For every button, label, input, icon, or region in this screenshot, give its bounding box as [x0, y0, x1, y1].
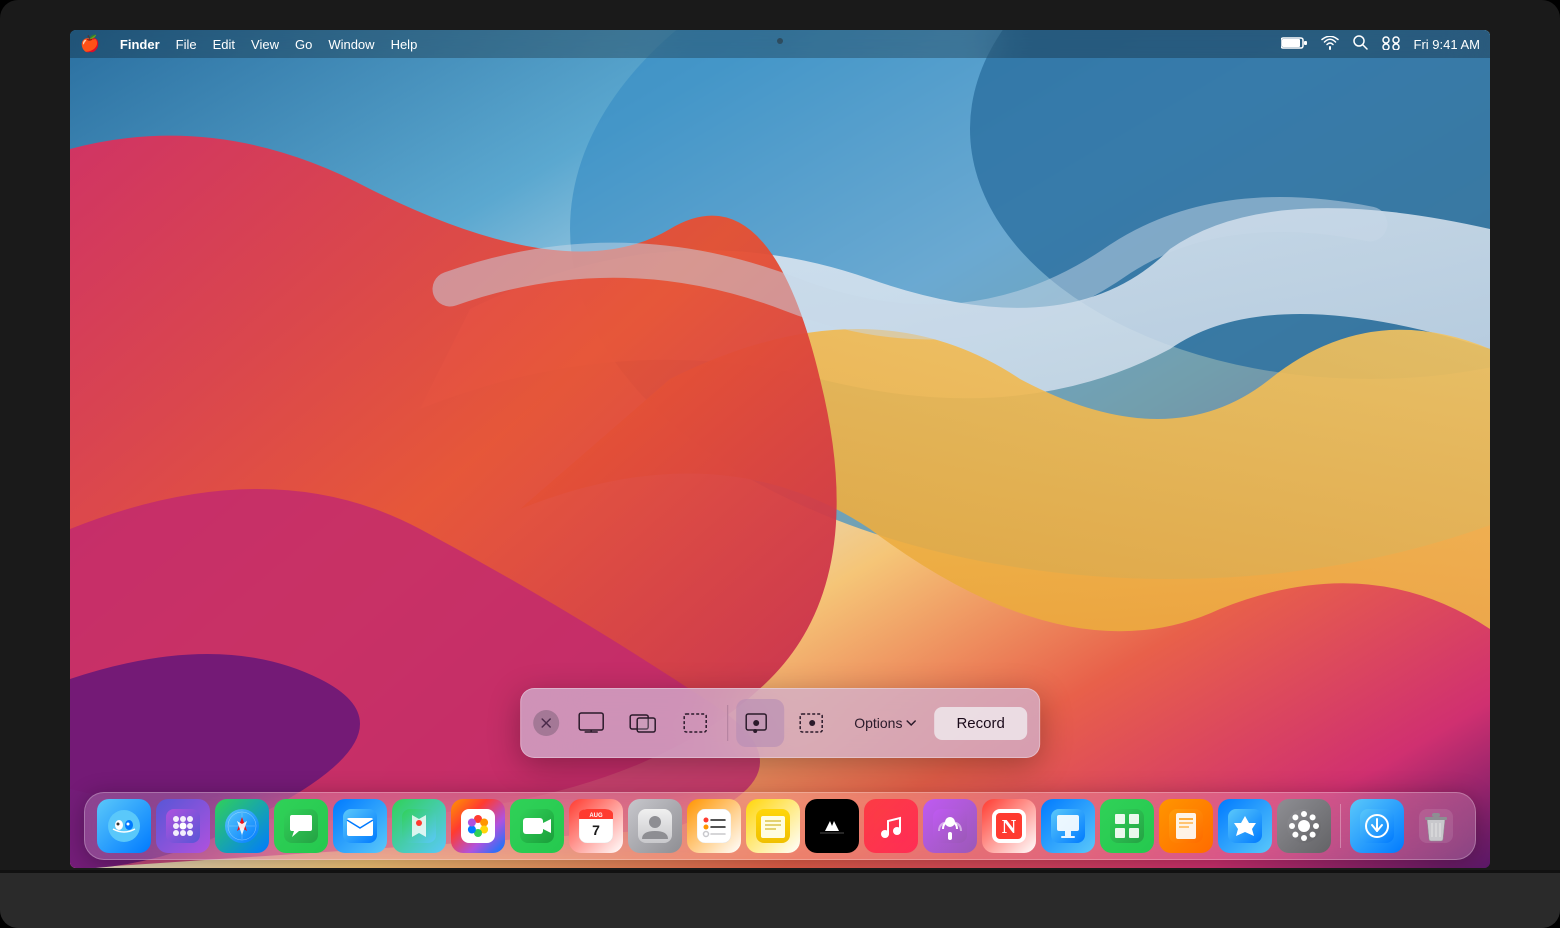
dock-item-numbers[interactable]: [1100, 799, 1154, 853]
search-icon[interactable]: [1353, 35, 1368, 53]
dock-item-launchpad[interactable]: [156, 799, 210, 853]
dock-item-facetime[interactable]: [510, 799, 564, 853]
capture-selection-button[interactable]: [671, 699, 719, 747]
menubar-go[interactable]: Go: [295, 37, 312, 52]
menubar-left: 🍎 Finder File Edit View Go Window Help: [80, 34, 417, 54]
svg-text:AUG: AUG: [589, 813, 603, 819]
wifi-icon: [1321, 36, 1339, 53]
chevron-down-icon: [906, 720, 916, 727]
dock-item-trash[interactable]: [1409, 799, 1463, 853]
dock-item-downloads[interactable]: [1350, 799, 1404, 853]
battery-icon: [1281, 36, 1307, 53]
capture-entire-screen-button[interactable]: [567, 699, 615, 747]
svg-text:7: 7: [592, 822, 600, 838]
apple-logo-icon[interactable]: 🍎: [80, 34, 100, 54]
dock-item-podcasts[interactable]: [923, 799, 977, 853]
dock-item-contacts[interactable]: [628, 799, 682, 853]
record-button[interactable]: Record: [934, 707, 1026, 740]
svg-text:N: N: [1002, 816, 1017, 838]
dock: AUG 7: [84, 792, 1476, 860]
menubar-view[interactable]: View: [251, 37, 279, 52]
dock-item-appletv[interactable]: [805, 799, 859, 853]
dock-item-notes[interactable]: [746, 799, 800, 853]
menubar-edit[interactable]: Edit: [213, 37, 235, 52]
dock-item-reminders[interactable]: [687, 799, 741, 853]
control-center-icon[interactable]: [1382, 36, 1400, 53]
dock-separator: [1340, 804, 1341, 848]
hinge: [0, 870, 1560, 873]
menubar-window[interactable]: Window: [328, 37, 374, 52]
dock-item-calendar[interactable]: AUG 7: [569, 799, 623, 853]
menubar-help[interactable]: Help: [391, 37, 418, 52]
dock-item-maps[interactable]: [392, 799, 446, 853]
dock-item-pages[interactable]: [1159, 799, 1213, 853]
options-label: Options: [854, 715, 902, 731]
dock-item-news[interactable]: N: [982, 799, 1036, 853]
screenshot-toolbar: Options Record: [520, 688, 1040, 758]
laptop-bezel: 🍎 Finder File Edit View Go Window Help: [0, 0, 1560, 928]
dock-item-finder[interactable]: [97, 799, 151, 853]
capture-selected-window-button[interactable]: [619, 699, 667, 747]
dock-item-mail[interactable]: [333, 799, 387, 853]
record-selection-button[interactable]: [788, 699, 836, 747]
menubar-finder[interactable]: Finder: [120, 37, 160, 52]
dock-item-music[interactable]: [864, 799, 918, 853]
dock-item-keynote[interactable]: [1041, 799, 1095, 853]
menubar-file[interactable]: File: [176, 37, 197, 52]
dock-item-messages[interactable]: [274, 799, 328, 853]
laptop-chin: [0, 873, 1560, 928]
options-button[interactable]: Options: [840, 707, 930, 739]
menubar-datetime[interactable]: Fri 9:41 AM: [1414, 37, 1480, 52]
menubar: 🍎 Finder File Edit View Go Window Help: [70, 30, 1490, 58]
dock-item-safari[interactable]: [215, 799, 269, 853]
close-button[interactable]: [533, 710, 559, 736]
screen: 🍎 Finder File Edit View Go Window Help: [70, 30, 1490, 868]
dock-item-systemprefs[interactable]: [1277, 799, 1331, 853]
menubar-right: Fri 9:41 AM: [1281, 35, 1480, 53]
dock-item-photos[interactable]: [451, 799, 505, 853]
toolbar-divider: [727, 705, 728, 741]
record-entire-screen-button[interactable]: [736, 699, 784, 747]
dock-item-appstore[interactable]: [1218, 799, 1272, 853]
